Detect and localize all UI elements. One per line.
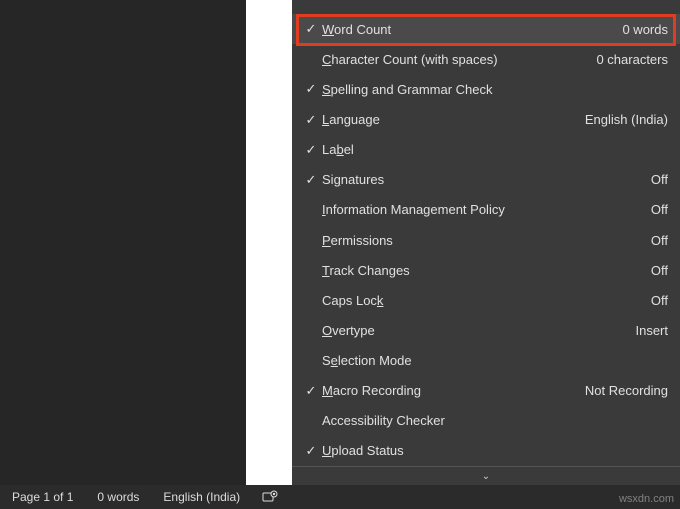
macro-record-icon[interactable] bbox=[252, 485, 288, 509]
menu-item-label: Macro Recording bbox=[322, 383, 585, 398]
menu-item-word-count[interactable]: ✓ Word Count 0 words bbox=[292, 14, 680, 44]
menu-item-character-count[interactable]: Character Count (with spaces) 0 characte… bbox=[292, 44, 680, 74]
menu-item-value: Off bbox=[651, 202, 668, 217]
menu-item-label: Track Changes bbox=[322, 263, 651, 278]
menu-item-value: Off bbox=[651, 233, 668, 248]
menu-item-value: English (India) bbox=[585, 112, 668, 127]
menu-item-value: 0 words bbox=[622, 22, 668, 37]
checkmark-icon: ✓ bbox=[300, 81, 322, 97]
status-page[interactable]: Page 1 of 1 bbox=[0, 485, 85, 509]
chevron-down-icon: ⌄ bbox=[482, 471, 490, 482]
menu-item-label: Word Count bbox=[322, 22, 622, 37]
menu-item-selection-mode[interactable]: Selection Mode bbox=[292, 346, 680, 376]
status-bar: Page 1 of 1 0 words English (India) bbox=[0, 485, 680, 509]
menu-item-value: Off bbox=[651, 172, 668, 187]
menu-item-label: Selection Mode bbox=[322, 353, 668, 368]
checkmark-icon: ✓ bbox=[300, 21, 322, 37]
menu-item-value: 0 characters bbox=[596, 52, 668, 67]
menu-item-value: Off bbox=[651, 293, 668, 308]
editor-dark-pane bbox=[0, 0, 246, 485]
menu-item-spelling-grammar[interactable]: ✓ Spelling and Grammar Check bbox=[292, 74, 680, 104]
menu-item-permissions[interactable]: Permissions Off bbox=[292, 225, 680, 255]
document-page bbox=[246, 0, 292, 485]
checkmark-icon: ✓ bbox=[300, 142, 322, 158]
menu-item-info-mgmt-policy[interactable]: Information Management Policy Off bbox=[292, 195, 680, 225]
menu-item-value: Off bbox=[651, 263, 668, 278]
menu-item-signatures[interactable]: ✓ Signatures Off bbox=[292, 165, 680, 195]
status-words[interactable]: 0 words bbox=[85, 485, 151, 509]
menu-item-label: Caps Lock bbox=[322, 293, 651, 308]
menu-item-caps-lock[interactable]: Caps Lock Off bbox=[292, 285, 680, 315]
menu-item-label: Language bbox=[322, 112, 585, 127]
menu-item-macro-recording[interactable]: ✓ Macro Recording Not Recording bbox=[292, 376, 680, 406]
menu-item-label: Upload Status bbox=[322, 443, 668, 458]
checkmark-icon: ✓ bbox=[300, 112, 322, 128]
statusbar-customize-menu: ✓ Word Count 0 words Character Count (wi… bbox=[292, 0, 680, 485]
menu-item-language[interactable]: ✓ Language English (India) bbox=[292, 105, 680, 135]
checkmark-icon: ✓ bbox=[300, 383, 322, 399]
checkmark-icon: ✓ bbox=[300, 443, 322, 459]
menu-item-label: Character Count (with spaces) bbox=[322, 52, 596, 67]
menu-item-accessibility-checker[interactable]: Accessibility Checker bbox=[292, 406, 680, 436]
menu-item-label: Permissions bbox=[322, 233, 651, 248]
menu-item-upload-status[interactable]: ✓ Upload Status bbox=[292, 436, 680, 466]
menu-item-label: Signatures bbox=[322, 172, 651, 187]
menu-item-track-changes[interactable]: Track Changes Off bbox=[292, 255, 680, 285]
menu-item-label: Overtype bbox=[322, 323, 635, 338]
menu-item-label: Information Management Policy bbox=[322, 202, 651, 217]
checkmark-icon: ✓ bbox=[300, 172, 322, 188]
status-language[interactable]: English (India) bbox=[151, 485, 252, 509]
menu-spacer bbox=[292, 0, 680, 14]
menu-item-label: Accessibility Checker bbox=[322, 413, 668, 428]
menu-item-overtype[interactable]: Overtype Insert bbox=[292, 315, 680, 345]
menu-expand-button[interactable]: ⌄ bbox=[292, 466, 680, 485]
menu-item-label: Spelling and Grammar Check bbox=[322, 82, 668, 97]
menu-item-value: Not Recording bbox=[585, 383, 668, 398]
menu-item-value: Insert bbox=[635, 323, 668, 338]
menu-item-label-option[interactable]: ✓ Label bbox=[292, 135, 680, 165]
menu-item-label: Label bbox=[322, 142, 668, 157]
